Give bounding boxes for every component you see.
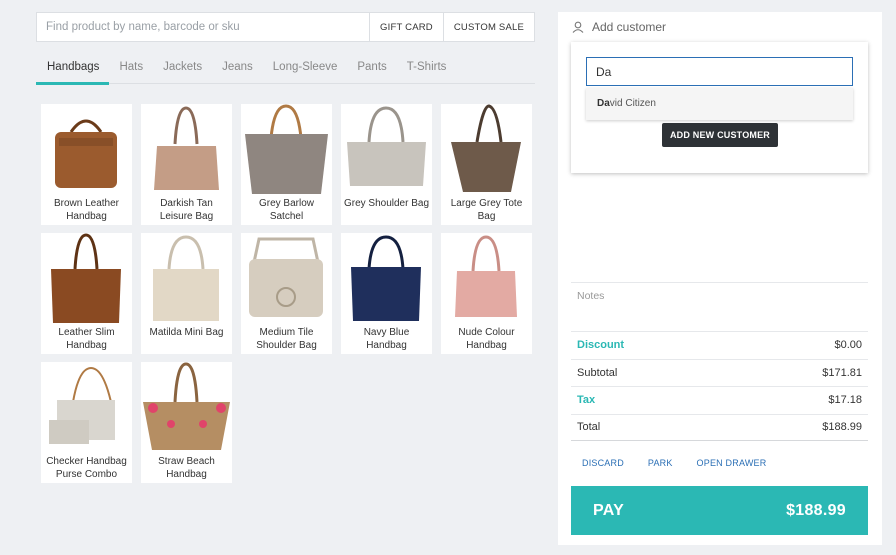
- notes-field[interactable]: Notes: [571, 282, 868, 332]
- product-card[interactable]: Large Grey Tote Bag: [441, 104, 532, 225]
- product-card[interactable]: Grey Barlow Satchel: [241, 104, 332, 225]
- subtotal-label: Subtotal: [577, 366, 618, 379]
- product-card[interactable]: Leather Slim Handbag: [41, 233, 132, 354]
- product-panel: GIFT CARD CUSTOM SALE Handbags Hats Jack…: [36, 12, 535, 85]
- product-card[interactable]: Matilda Mini Bag: [141, 233, 232, 354]
- product-image: [141, 233, 232, 325]
- product-card[interactable]: Darkish Tan Leisure Bag: [141, 104, 232, 225]
- discount-label[interactable]: Discount: [577, 339, 624, 351]
- suggestion-match-text: Da: [597, 98, 610, 109]
- product-card[interactable]: Nude Colour Handbag: [441, 233, 532, 354]
- discard-button[interactable]: DISCARD: [571, 458, 636, 468]
- customer-search-input[interactable]: [586, 57, 853, 86]
- product-name: Darkish Tan Leisure Bag: [159, 198, 214, 222]
- product-name: Matilda Mini Bag: [149, 327, 224, 338]
- suggestion-rest-text: vid Citizen: [609, 98, 656, 109]
- add-customer-label: Add customer: [592, 20, 667, 34]
- product-image: [141, 104, 232, 196]
- product-card[interactable]: Medium Tile Shoulder Bag: [241, 233, 332, 354]
- product-card[interactable]: Checker Handbag Purse Combo: [41, 362, 132, 483]
- total-label: Total: [577, 421, 601, 434]
- tab-long-sleeve[interactable]: Long-Sleeve: [263, 51, 348, 84]
- notes-label: Notes: [577, 290, 605, 302]
- product-image: [241, 233, 332, 325]
- subtotal-row: Subtotal $171.81: [571, 358, 868, 387]
- product-name: Navy Blue Handbag: [363, 327, 410, 351]
- discount-value: $0.00: [834, 339, 862, 352]
- product-image: [441, 104, 532, 196]
- subtotal-value: $171.81: [822, 366, 862, 379]
- product-image: [41, 362, 132, 454]
- custom-sale-button[interactable]: CUSTOM SALE: [442, 13, 534, 41]
- product-name: Straw Beach Handbag: [158, 456, 215, 480]
- tab-t-shirts[interactable]: T-Shirts: [397, 51, 457, 84]
- product-image: [341, 233, 432, 325]
- product-search-input[interactable]: [37, 13, 370, 41]
- product-card[interactable]: Navy Blue Handbag: [341, 233, 432, 354]
- tax-value: $17.18: [828, 394, 862, 407]
- product-name: Checker Handbag Purse Combo: [46, 456, 127, 480]
- tab-jackets[interactable]: Jackets: [153, 51, 212, 84]
- open-drawer-button[interactable]: OPEN DRAWER: [685, 458, 779, 468]
- product-image: [41, 233, 132, 325]
- search-bar: GIFT CARD CUSTOM SALE: [36, 12, 535, 42]
- product-name: Grey Shoulder Bag: [343, 198, 430, 209]
- tab-handbags[interactable]: Handbags: [36, 51, 110, 85]
- pay-label: PAY: [593, 501, 625, 519]
- add-new-customer-button[interactable]: ADD NEW CUSTOMER: [662, 123, 778, 147]
- product-image: [341, 104, 432, 196]
- discount-row[interactable]: Discount $0.00: [571, 331, 868, 359]
- user-icon: [572, 21, 584, 33]
- product-name: Medium Tile Shoulder Bag: [256, 327, 317, 351]
- customer-search-popup: David Citizen ADD NEW CUSTOMER: [571, 42, 868, 173]
- tax-label[interactable]: Tax: [577, 394, 595, 406]
- tax-row[interactable]: Tax $17.18: [571, 386, 868, 414]
- product-card[interactable]: Grey Shoulder Bag: [341, 104, 432, 225]
- product-name: Leather Slim Handbag: [58, 327, 115, 351]
- park-button[interactable]: PARK: [636, 458, 685, 468]
- product-name: Nude Colour Handbag: [458, 327, 515, 351]
- total-row: Total $188.99: [571, 413, 868, 441]
- category-tabs: Handbags Hats Jackets Jeans Long-Sleeve …: [36, 51, 535, 85]
- product-card[interactable]: Straw Beach Handbag: [141, 362, 232, 483]
- gift-card-button[interactable]: GIFT CARD: [369, 13, 443, 41]
- product-image: [141, 362, 232, 454]
- cart-panel: Add customer David Citizen ADD NEW CUSTO…: [558, 12, 882, 545]
- product-image: [441, 233, 532, 325]
- totals-table: Discount $0.00 Subtotal $171.81 Tax $17.…: [571, 331, 868, 441]
- sale-actions: DISCARD PARK OPEN DRAWER: [571, 458, 778, 468]
- product-name: Grey Barlow Satchel: [258, 198, 314, 222]
- product-image: [241, 104, 332, 196]
- pay-amount: $188.99: [786, 501, 846, 519]
- add-customer-header[interactable]: Add customer: [558, 12, 882, 42]
- product-name: Brown Leather Handbag: [53, 198, 120, 222]
- tab-pants[interactable]: Pants: [347, 51, 396, 84]
- product-name: Large Grey Tote Bag: [450, 198, 523, 222]
- product-card[interactable]: Brown Leather Handbag: [41, 104, 132, 225]
- product-image: [41, 104, 132, 196]
- total-value: $188.99: [822, 421, 862, 434]
- customer-suggestion[interactable]: David Citizen: [586, 88, 853, 120]
- pay-button[interactable]: PAY $188.99: [571, 486, 868, 535]
- tab-jeans[interactable]: Jeans: [212, 51, 263, 84]
- tab-hats[interactable]: Hats: [109, 51, 153, 84]
